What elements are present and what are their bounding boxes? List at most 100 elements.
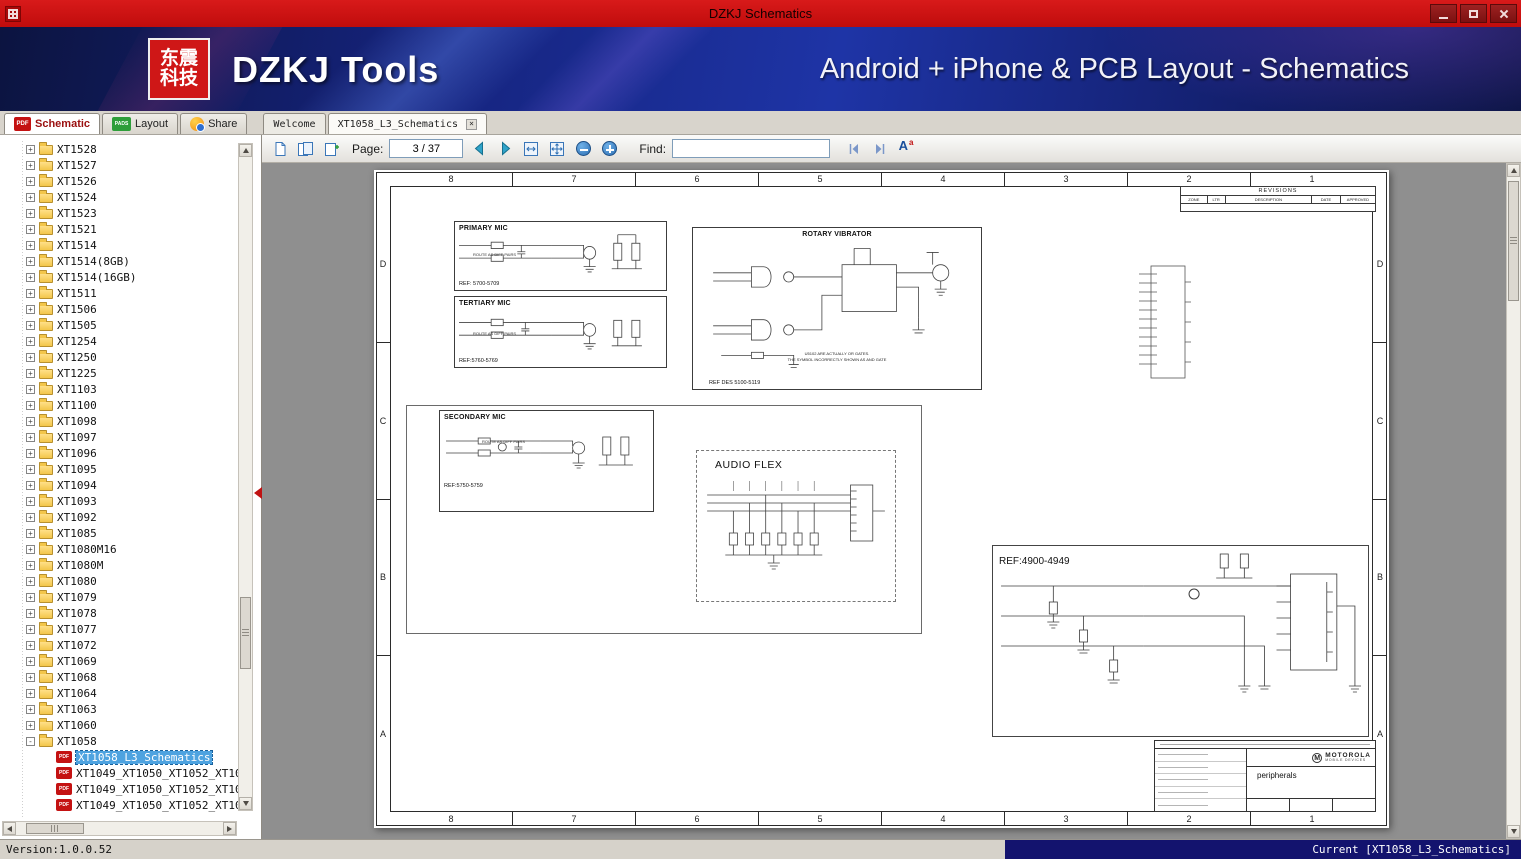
expand-icon[interactable]: +: [26, 656, 35, 666]
expand-icon[interactable]: +: [26, 240, 35, 250]
tree-folder[interactable]: + XT1077: [0, 621, 238, 637]
single-page-icon[interactable]: [270, 139, 290, 159]
tree-folder[interactable]: + XT1097: [0, 429, 238, 445]
tree-folder[interactable]: + XT1063: [0, 701, 238, 717]
tree-folder[interactable]: + XT1095: [0, 461, 238, 477]
expand-icon[interactable]: +: [26, 512, 35, 522]
expand-icon[interactable]: +: [26, 576, 35, 586]
scrollbar-thumb[interactable]: [26, 823, 84, 834]
tab-share[interactable]: Share: [180, 113, 248, 134]
scroll-down-button[interactable]: [239, 797, 252, 810]
tree-folder[interactable]: + XT1524: [0, 189, 238, 205]
tree-folder[interactable]: + XT1103: [0, 381, 238, 397]
expand-icon[interactable]: +: [26, 368, 35, 378]
tree-folder[interactable]: + XT1064: [0, 685, 238, 701]
expand-icon[interactable]: +: [26, 272, 35, 282]
collapse-icon[interactable]: -: [26, 736, 35, 746]
match-case-icon[interactable]: Aa: [896, 138, 916, 159]
sidebar-vertical-scrollbar[interactable]: [238, 143, 253, 811]
scrollbar-thumb[interactable]: [1508, 181, 1519, 301]
tree-folder[interactable]: + XT1092: [0, 509, 238, 525]
tree-folder[interactable]: + XT1225: [0, 365, 238, 381]
tree-folder[interactable]: + XT1526: [0, 173, 238, 189]
expand-icon[interactable]: +: [26, 256, 35, 266]
expand-icon[interactable]: +: [26, 464, 35, 474]
tree-folder[interactable]: + XT1100: [0, 397, 238, 413]
expand-icon[interactable]: +: [26, 208, 35, 218]
expand-icon[interactable]: +: [26, 592, 35, 602]
tree-folder[interactable]: + XT1080M16: [0, 541, 238, 557]
tree-folder[interactable]: + XT1079: [0, 589, 238, 605]
tree-folder[interactable]: + XT1523: [0, 205, 238, 221]
tree-folder[interactable]: + XT1080: [0, 573, 238, 589]
expand-icon[interactable]: +: [26, 384, 35, 394]
viewer-vertical-scrollbar[interactable]: [1506, 163, 1521, 839]
tree-folder[interactable]: + XT1254: [0, 333, 238, 349]
expand-icon[interactable]: +: [26, 352, 35, 362]
next-page-button[interactable]: [495, 139, 515, 159]
find-next-button[interactable]: [870, 139, 890, 159]
viewer[interactable]: 87654321 87654321 DCBA DCBA REVISIONS ZO…: [262, 163, 1521, 839]
tree-folder[interactable]: + XT1505: [0, 317, 238, 333]
expand-icon[interactable]: +: [26, 400, 35, 410]
expand-icon[interactable]: +: [26, 192, 35, 202]
tree-folder[interactable]: + XT1250: [0, 349, 238, 365]
expand-icon[interactable]: +: [26, 144, 35, 154]
expand-icon[interactable]: +: [26, 224, 35, 234]
scroll-up-button[interactable]: [239, 144, 252, 157]
tree-folder[interactable]: + XT1514(16GB): [0, 269, 238, 285]
close-button[interactable]: [1490, 4, 1517, 23]
tree-folder[interactable]: + XT1511: [0, 285, 238, 301]
sidebar-collapse-arrow[interactable]: [254, 487, 262, 499]
facing-pages-icon[interactable]: [296, 139, 316, 159]
page-copy-icon[interactable]: [322, 139, 342, 159]
zoom-out-button[interactable]: [573, 139, 593, 159]
expand-icon[interactable]: +: [26, 176, 35, 186]
find-prev-button[interactable]: [844, 139, 864, 159]
tree-folder[interactable]: + XT1527: [0, 157, 238, 173]
expand-icon[interactable]: +: [26, 528, 35, 538]
tree-folder[interactable]: + XT1085: [0, 525, 238, 541]
expand-icon[interactable]: +: [26, 720, 35, 730]
expand-icon[interactable]: +: [26, 544, 35, 554]
scrollbar-track[interactable]: [16, 822, 223, 835]
scroll-right-button[interactable]: [223, 822, 236, 835]
minimize-button[interactable]: [1430, 4, 1457, 23]
tree-folder[interactable]: + XT1528: [0, 141, 238, 157]
expand-icon[interactable]: +: [26, 448, 35, 458]
expand-icon[interactable]: +: [26, 704, 35, 714]
prev-page-button[interactable]: [469, 139, 489, 159]
tree-folder[interactable]: + XT1506: [0, 301, 238, 317]
expand-icon[interactable]: +: [26, 304, 35, 314]
tree-folder[interactable]: + XT1080M: [0, 557, 238, 573]
zoom-in-button[interactable]: [599, 139, 619, 159]
tree-folder-expanded[interactable]: - XT1058: [0, 733, 238, 749]
tab-layout[interactable]: PADS Layout: [102, 113, 179, 134]
expand-icon[interactable]: +: [26, 560, 35, 570]
expand-icon[interactable]: +: [26, 624, 35, 634]
tree-folder[interactable]: + XT1521: [0, 221, 238, 237]
tree-document[interactable]: PDF XT1049_XT1050_XT1052_XT10: [0, 765, 238, 781]
expand-icon[interactable]: +: [26, 320, 35, 330]
fit-page-icon[interactable]: [547, 139, 567, 159]
scrollbar-track[interactable]: [239, 157, 252, 797]
fit-width-icon[interactable]: [521, 139, 541, 159]
expand-icon[interactable]: +: [26, 688, 35, 698]
tree-folder[interactable]: + XT1096: [0, 445, 238, 461]
expand-icon[interactable]: +: [26, 336, 35, 346]
expand-icon[interactable]: +: [26, 640, 35, 650]
tab-welcome[interactable]: Welcome: [263, 113, 326, 134]
scroll-down-button[interactable]: [1507, 825, 1520, 838]
expand-icon[interactable]: +: [26, 288, 35, 298]
tree-folder[interactable]: + XT1068: [0, 669, 238, 685]
scroll-up-button[interactable]: [1507, 164, 1520, 177]
find-input[interactable]: [672, 139, 831, 158]
tree-folder[interactable]: + XT1098: [0, 413, 238, 429]
tree-document[interactable]: PDF XT1058_L3_Schematics: [0, 749, 238, 765]
tree-document[interactable]: PDF XT1049_XT1050_XT1052_XT10: [0, 781, 238, 797]
tree-folder[interactable]: + XT1060: [0, 717, 238, 733]
scrollbar-track[interactable]: [1507, 177, 1520, 825]
tree-folder[interactable]: + XT1093: [0, 493, 238, 509]
tree-folder[interactable]: + XT1078: [0, 605, 238, 621]
scroll-left-button[interactable]: [3, 822, 16, 835]
